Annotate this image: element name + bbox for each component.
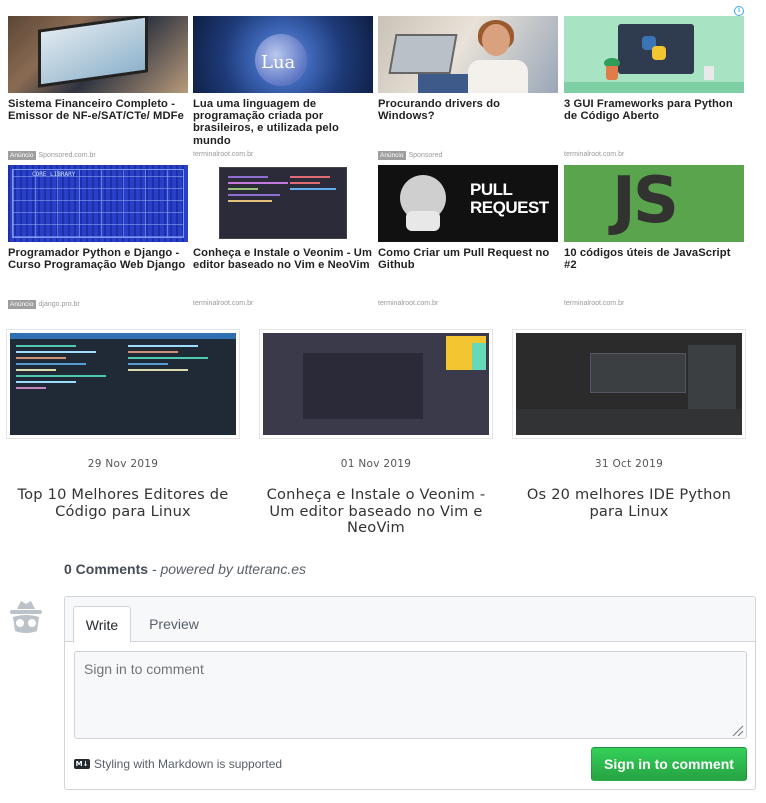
related-post-title[interactable]: Top 10 Melhores Editores de Código para … bbox=[6, 486, 240, 520]
ad-card[interactable]: PULL REQUEST Como Criar um Pull Request … bbox=[378, 165, 558, 307]
related-post-thumbnail[interactable] bbox=[512, 329, 746, 439]
powered-by: - powered by utteranc.es bbox=[151, 561, 307, 577]
related-post-date: 01 Nov 2019 bbox=[340, 458, 412, 470]
sign-in-button[interactable]: Sign in to comment bbox=[591, 747, 747, 781]
ad-thumbnail[interactable] bbox=[193, 165, 373, 242]
ad-card[interactable]: Sistema Financeiro Completo - Emissor de… bbox=[8, 16, 188, 160]
pull-request-text: PULL REQUEST bbox=[470, 180, 549, 217]
comment-count-label: 0 Comments bbox=[64, 561, 149, 577]
ad-card[interactable]: Conheça e Instale o Veonim - Um editor b… bbox=[193, 165, 373, 307]
related-post-title[interactable]: Conheça e Instale o Veonim - Um editor b… bbox=[259, 486, 493, 537]
ad-title[interactable]: 10 códigos úteis de JavaScript #2 bbox=[564, 247, 744, 271]
lua-logo-text: Lua bbox=[261, 52, 296, 73]
resize-handle-icon[interactable] bbox=[732, 725, 744, 737]
ad-row: CORE LIBRARY Programador Python e Django… bbox=[8, 165, 744, 314]
ad-title[interactable]: Procurando drivers do Windows? bbox=[378, 98, 558, 122]
ad-source: terminalroot.com.br bbox=[193, 151, 254, 158]
ad-row: Sistema Financeiro Completo - Emissor de… bbox=[8, 16, 744, 165]
ad-meta: Anúncio Sponsored bbox=[378, 151, 442, 160]
comment-count: 0 Comments - powered by utteranc.es bbox=[64, 561, 306, 577]
comment-box: Write Preview M↓ Styling with Markdown i… bbox=[64, 596, 756, 790]
ad-source: Sponsored.com.br bbox=[38, 152, 96, 159]
ad-thumbnail[interactable]: PULL REQUEST bbox=[378, 165, 558, 242]
ad-title[interactable]: 3 GUI Frameworks para Python de Código A… bbox=[564, 98, 744, 122]
related-post-date: 29 Nov 2019 bbox=[87, 458, 159, 470]
ad-card[interactable]: CORE LIBRARY Programador Python e Django… bbox=[8, 165, 188, 309]
ad-source: terminalroot.com.br bbox=[193, 300, 254, 307]
ad-info-icon[interactable]: i bbox=[734, 6, 744, 16]
ad-badge: Anúncio bbox=[378, 151, 406, 160]
related-post[interactable]: 31 Oct 2019 Os 20 melhores IDE Python pa… bbox=[512, 329, 746, 520]
markdown-note-text[interactable]: Styling with Markdown is supported bbox=[94, 757, 282, 771]
ad-card[interactable]: JS 10 códigos úteis de JavaScript #2 ter… bbox=[564, 165, 744, 307]
ad-grid: Sistema Financeiro Completo - Emissor de… bbox=[8, 16, 744, 314]
ad-thumbnail[interactable]: JS bbox=[564, 165, 744, 242]
ad-title[interactable]: Conheça e Instale o Veonim - Um editor b… bbox=[193, 247, 373, 271]
ad-card[interactable]: Lua Lua uma linguagem de programação cri… bbox=[193, 16, 373, 158]
ad-title[interactable]: Programador Python e Django - Curso Prog… bbox=[8, 247, 188, 271]
markdown-note[interactable]: M↓ Styling with Markdown is supported bbox=[74, 757, 282, 771]
ad-source: django.pro.br bbox=[38, 301, 80, 308]
related-post-thumbnail[interactable] bbox=[259, 329, 493, 439]
ad-card[interactable]: Procurando drivers do Windows? Anúncio Sp… bbox=[378, 16, 558, 160]
ad-thumbnail[interactable] bbox=[564, 16, 744, 93]
ad-source: terminalroot.com.br bbox=[378, 300, 439, 307]
ad-badge: Anúncio bbox=[8, 300, 36, 309]
comment-tabs: Write Preview bbox=[65, 597, 755, 643]
ad-source: Sponsored bbox=[408, 152, 443, 159]
ad-title[interactable]: Sistema Financeiro Completo - Emissor de… bbox=[8, 98, 188, 122]
ad-title[interactable]: Lua uma linguagem de programação criada … bbox=[193, 98, 373, 147]
markdown-icon: M↓ bbox=[74, 759, 90, 769]
ad-card[interactable]: 3 GUI Frameworks para Python de Código A… bbox=[564, 16, 744, 158]
related-post[interactable]: 29 Nov 2019 Top 10 Melhores Editores de … bbox=[6, 329, 240, 520]
ad-meta: Anúncio django.pro.br bbox=[8, 300, 80, 309]
comment-input[interactable] bbox=[74, 651, 747, 739]
ad-thumbnail[interactable]: Lua bbox=[193, 16, 373, 93]
ad-thumbnail[interactable] bbox=[8, 16, 188, 93]
tab-write[interactable]: Write bbox=[73, 606, 131, 643]
ad-thumbnail[interactable] bbox=[378, 16, 558, 93]
tab-preview[interactable]: Preview bbox=[137, 606, 211, 643]
anonymous-avatar-icon bbox=[7, 599, 45, 635]
related-post-title[interactable]: Os 20 melhores IDE Python para Linux bbox=[512, 486, 746, 520]
related-post-thumbnail[interactable] bbox=[6, 329, 240, 439]
ad-source: terminalroot.com.br bbox=[564, 151, 625, 158]
ad-title[interactable]: Como Criar um Pull Request no Github bbox=[378, 247, 558, 271]
js-logo-text: JS bbox=[612, 165, 679, 238]
ad-source: terminalroot.com.br bbox=[564, 300, 625, 307]
ad-thumbnail[interactable]: CORE LIBRARY bbox=[8, 165, 188, 242]
ad-badge: Anúncio bbox=[8, 151, 36, 160]
related-post[interactable]: 01 Nov 2019 Conheça e Instale o Veonim -… bbox=[259, 329, 493, 537]
related-post-date: 31 Oct 2019 bbox=[594, 458, 664, 470]
ad-meta: Anúncio Sponsored.com.br bbox=[8, 151, 96, 160]
